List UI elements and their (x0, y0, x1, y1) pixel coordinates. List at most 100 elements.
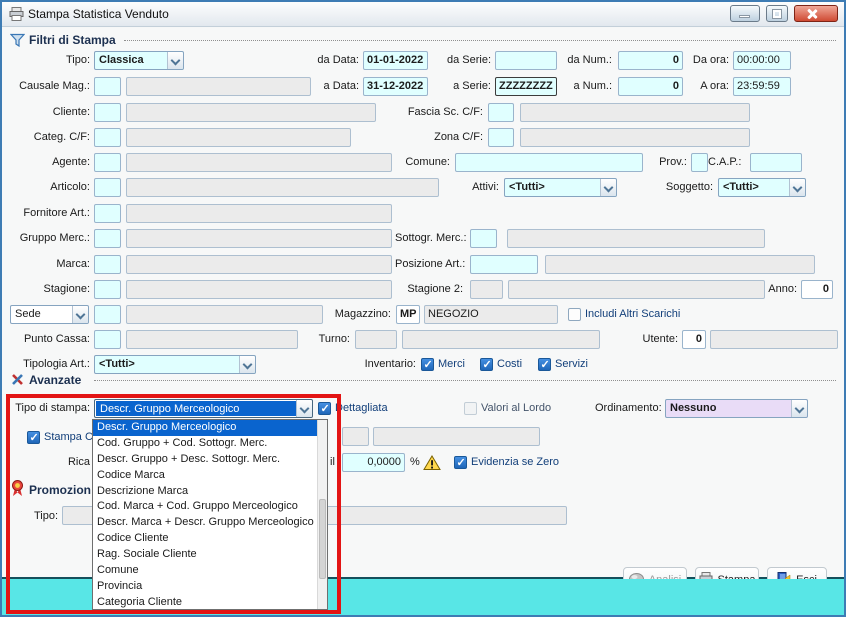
minimize-button[interactable] (730, 5, 760, 22)
gruppo-merc-label: Gruppo Merc.: (4, 229, 90, 248)
magazzino-code-field[interactable]: MP (396, 305, 420, 324)
cliente-desc-field (126, 103, 376, 122)
dropdown-item[interactable]: Codice Marca (93, 468, 317, 484)
da-serie-field[interactable] (495, 51, 557, 70)
dropdown-item[interactable]: Comune (93, 563, 317, 579)
dropdown-item[interactable]: Rag. Sociale Cliente (93, 547, 317, 563)
turno-label: Turno: (310, 330, 350, 349)
avanzate-desc-field (373, 427, 540, 446)
a-num-field[interactable]: 0 (618, 77, 683, 96)
inventario-servizi-checkbox[interactable] (538, 358, 551, 371)
chevron-down-icon[interactable] (167, 52, 183, 69)
a-serie-field[interactable]: ZZZZZZZZ (495, 77, 557, 96)
da-data-field[interactable]: 01-01-2022 (363, 51, 428, 70)
chevron-down-icon[interactable] (72, 306, 88, 323)
marca-code-field[interactable] (94, 255, 121, 274)
chevron-down-icon[interactable] (789, 179, 805, 196)
inventario-costi-checkbox[interactable] (480, 358, 493, 371)
posizione-art-code-field[interactable] (470, 255, 538, 274)
comune-field[interactable] (455, 153, 643, 172)
attivi-label: Attivi: (457, 178, 499, 197)
fornitore-art-code-field[interactable] (94, 204, 121, 223)
attivi-combobox[interactable]: <Tutti> (504, 178, 617, 197)
stagione2-code-field (470, 280, 503, 299)
punto-cassa-desc-field (126, 330, 298, 349)
anno-field[interactable]: 0 (801, 280, 833, 299)
evidenzia-se-zero-checkbox[interactable] (454, 456, 467, 469)
ordinamento-combobox[interactable]: Nessuno (665, 399, 808, 418)
magazzino-label: Magazzino: (333, 305, 391, 324)
sede-combobox[interactable]: Sede (10, 305, 89, 324)
avanzate-code-field (342, 427, 369, 446)
dropdown-item[interactable]: Cod. Gruppo + Cod. Sottogr. Merc. (93, 436, 317, 452)
fascia-sc-code-field[interactable] (488, 103, 514, 122)
tipo-combobox[interactable]: Classica (94, 51, 184, 70)
gruppo-merc-code-field[interactable] (94, 229, 121, 248)
tipo-di-stampa-combobox[interactable]: Descr. Gruppo Merceologico (94, 399, 313, 418)
dropdown-item[interactable]: Descr. Gruppo + Desc. Sottogr. Merc. (93, 452, 317, 468)
dropdown-item[interactable]: Codice Cliente (93, 531, 317, 547)
cap-field[interactable] (750, 153, 802, 172)
da-serie-label: da Serie: (430, 51, 491, 70)
cliente-code-field[interactable] (94, 103, 121, 122)
sottogr-merc-desc-field (507, 229, 765, 248)
valori-al-lordo-label: Valori al Lordo (481, 401, 551, 416)
dropdown-item[interactable]: Provincia (93, 579, 317, 595)
punto-cassa-label: Punto Cassa: (4, 330, 90, 349)
zona-cf-code-field[interactable] (488, 128, 514, 147)
dettagliata-checkbox[interactable] (318, 402, 331, 415)
stampa-partial-checkbox[interactable] (27, 431, 40, 444)
a-ora-field[interactable]: 23:59:59 (733, 77, 791, 96)
prov-field[interactable] (691, 153, 708, 172)
app-window: Stampa Statistica Venduto Filtri di Stam… (0, 0, 846, 617)
a-data-field[interactable]: 31-12-2022 (363, 77, 428, 96)
utente-field[interactable]: 0 (682, 330, 706, 349)
scrollbar-thumb[interactable] (319, 499, 326, 578)
printer-icon (9, 7, 24, 26)
categ-cf-code-field[interactable] (94, 128, 121, 147)
percent-sign-label: % (410, 453, 420, 472)
chevron-down-icon[interactable] (600, 179, 616, 196)
chevron-down-icon[interactable] (296, 400, 312, 417)
close-button[interactable] (794, 5, 838, 22)
promozioni-partial-label: Promozion (29, 483, 91, 497)
maximize-button[interactable] (766, 5, 788, 22)
tipologia-art-combobox[interactable]: <Tutti> (94, 355, 256, 374)
fascia-sc-label: Fascia Sc. C/F: (387, 103, 483, 122)
inventario-merci-checkbox[interactable] (421, 358, 434, 371)
window-title: Stampa Statistica Venduto (28, 7, 169, 21)
stagione2-label: Stagione 2: (395, 280, 463, 299)
dropdown-item[interactable]: Descr. Marca + Descr. Gruppo Merceologic… (93, 515, 317, 531)
maximize-icon (773, 10, 781, 18)
tipo-di-stampa-label: Tipo di stampa: (4, 399, 90, 418)
agente-label: Agente: (4, 153, 90, 172)
sottogr-merc-code-field[interactable] (470, 229, 497, 248)
dropdown-item[interactable]: Categoria Cliente (93, 595, 317, 611)
chevron-down-icon[interactable] (239, 356, 255, 373)
percentuale-field[interactable]: 0,0000 (342, 453, 405, 472)
da-ora-label: Da ora: (688, 51, 729, 70)
includi-altri-scarichi-checkbox[interactable] (568, 308, 581, 321)
stampa-partial-label: Stampa C (44, 430, 93, 445)
da-num-label: da Num.: (560, 51, 612, 70)
dropdown-item[interactable]: Descrizione Marca (93, 484, 317, 500)
sede-desc-field (126, 305, 323, 324)
stagione-code-field[interactable] (94, 280, 121, 299)
valori-al-lordo-checkbox[interactable] (464, 402, 477, 415)
sede-code-field[interactable] (94, 305, 121, 324)
il-partial-label: il (330, 453, 338, 472)
da-ora-field[interactable]: 00:00:00 (733, 51, 791, 70)
stagione-desc-field (126, 280, 392, 299)
dropdown-scrollbar[interactable] (317, 420, 327, 609)
marca-label: Marca: (4, 255, 90, 274)
dropdown-item[interactable]: Cod. Marca + Cod. Gruppo Merceologico (93, 499, 317, 515)
chevron-down-icon[interactable] (791, 400, 807, 417)
articolo-code-field[interactable] (94, 178, 121, 197)
punto-cassa-code-field[interactable] (94, 330, 121, 349)
agente-code-field[interactable] (94, 153, 121, 172)
da-num-field[interactable]: 0 (618, 51, 683, 70)
dropdown-item[interactable]: Descr. Gruppo Merceologico (93, 420, 317, 436)
magazzino-desc-field: NEGOZIO (424, 305, 558, 324)
soggetto-combobox[interactable]: <Tutti> (718, 178, 806, 197)
causale-mag-code-field[interactable] (94, 77, 121, 96)
